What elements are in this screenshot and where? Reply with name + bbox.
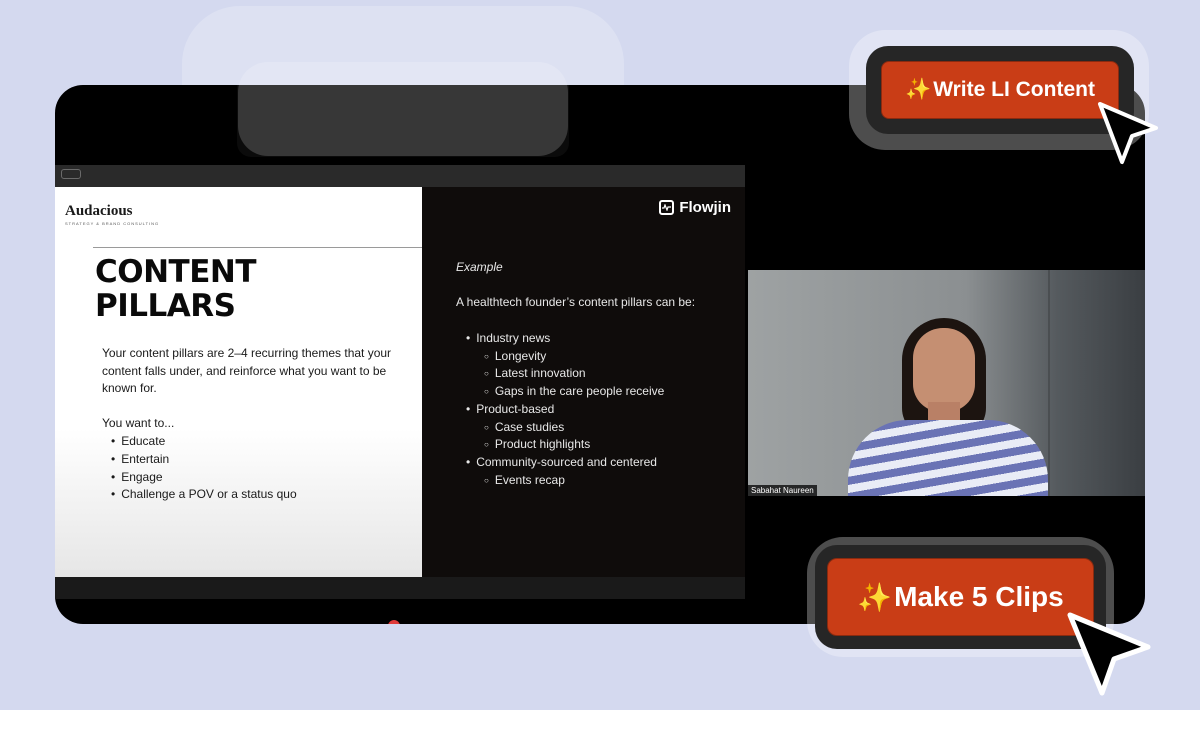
participant-name-label: Sabahat Naureen [748,485,817,496]
list-item: Events recap [484,472,664,490]
list-item: Case studies [484,419,664,437]
write-li-content-label: Write LI Content [933,78,1095,101]
flowjin-logo-text: Flowjin [679,199,731,216]
audacious-tagline: STRATEGY & BRAND CONSULTING [65,221,160,226]
arrow-cursor-icon [1067,612,1151,696]
list-item: Product-based Case studies Product highl… [466,401,664,454]
slide-left-panel: Audacious STRATEGY & BRAND CONSULTING CO… [55,187,422,577]
list-item: Engage [111,469,297,487]
list-item: Entertain [111,451,297,469]
participant-face [913,328,975,412]
pillar-label: Industry news [466,331,550,345]
slide-divider [93,247,422,248]
slide-right-panel: Flowjin Example A healthtech founder’s c… [422,187,745,577]
flowjin-logo: Flowjin [659,199,731,216]
slide-title-line-1: CONTENT [95,254,256,290]
participant-video-tile[interactable]: Sabahat Naureen [748,270,1145,496]
want-label: You want to... [102,416,175,430]
example-label: Example [456,260,503,274]
wall-seam [1048,270,1050,496]
recording-indicator-icon [388,620,400,624]
decorative-ring-inner [238,62,568,156]
slide-body-text: Your content pillars are 2–4 recurring t… [102,346,392,395]
list-item: Community-sourced and centered Events re… [466,454,664,489]
slide-title-line-2: PILLARS [95,288,236,324]
example-lead: A healthtech founder’s content pillars c… [456,295,696,309]
list-item: Longevity [484,348,664,366]
pillar-label: Product-based [466,402,554,416]
audacious-logo: Audacious [65,203,133,219]
pillar-list: Industry news Longevity Latest innovatio… [466,330,664,489]
list-item: Latest innovation [484,365,664,383]
list-item: Educate [111,433,297,451]
list-item: Gaps in the care people receive [484,383,664,401]
flowjin-logo-icon [659,200,675,215]
list-item: Product highlights [484,436,664,454]
participant-shirt [848,420,1048,496]
make-5-clips-label: Make 5 Clips [894,581,1064,612]
share-indicator-icon [61,169,81,179]
arrow-cursor-icon [1098,102,1158,164]
sparkle-icon: ✨ [905,78,932,101]
screen-share-bar [55,165,745,187]
slide-footer-bar [55,577,745,599]
list-item: Industry news Longevity Latest innovatio… [466,330,664,401]
pillar-label: Community-sourced and centered [466,455,657,469]
make-5-clips-button[interactable]: ✨ Make 5 Clips [827,558,1094,636]
sparkle-icon: ✨ [857,581,893,613]
list-item: Challenge a POV or a status quo [111,486,296,504]
want-list: Educate Entertain Engage Challenge a POV… [111,433,297,504]
slide-title: CONTENT PILLARS [95,255,395,323]
write-li-content-button[interactable]: ✨ Write LI Content [881,61,1119,119]
